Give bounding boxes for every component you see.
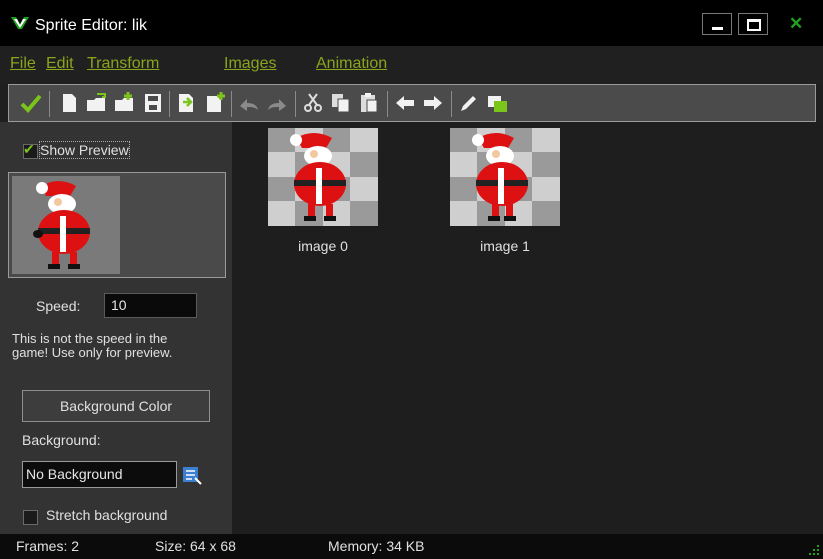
images-canvas: image 0 image 1 [232, 122, 823, 534]
sidebar-panel: Show Preview Speed: [0, 122, 232, 534]
image-thumbnail-0[interactable] [268, 128, 378, 226]
undo-icon[interactable] [237, 92, 261, 114]
image-label-1: image 1 [480, 238, 530, 254]
santa-sprite-thumbnail-image [450, 128, 560, 226]
santa-sprite-preview-image [33, 181, 90, 269]
status-bar: Frames: 2 Size: 64 x 68 Memory: 34 KB [0, 534, 823, 559]
menu-edit[interactable]: Edit [46, 55, 74, 73]
move-right-icon[interactable] [421, 92, 445, 114]
preview-panel [8, 172, 226, 278]
redo-icon[interactable] [265, 92, 289, 114]
image-label-0: image 0 [298, 238, 348, 254]
paste-icon[interactable] [357, 92, 381, 114]
speed-label: Speed: [36, 298, 81, 314]
edit-pencil-icon[interactable] [457, 92, 481, 114]
title-bar: Sprite Editor: lik ✕ [0, 0, 823, 46]
menu-transform[interactable]: Transform [87, 55, 159, 73]
gamemaker-logo-icon [11, 17, 29, 29]
cut-icon[interactable] [301, 92, 325, 114]
menu-file[interactable]: File [10, 55, 36, 73]
save-icon[interactable] [141, 92, 165, 114]
stretch-background-checkbox[interactable] [23, 510, 38, 525]
open-icon[interactable] [85, 92, 109, 114]
sprite-preview [12, 176, 120, 274]
edit-frames-icon[interactable] [485, 92, 509, 114]
toolbar-separator [49, 91, 50, 117]
ok-check-icon[interactable] [19, 92, 43, 114]
speed-note: This is not the speed in the game! Use o… [12, 331, 173, 360]
menu-images[interactable]: Images [224, 55, 276, 73]
menu-bar: File Edit Transform Images Animation [0, 46, 823, 84]
status-frames: Frames: 2 [16, 538, 80, 554]
toolbar-separator [451, 91, 452, 117]
show-preview-checkbox[interactable] [23, 141, 38, 159]
image-thumbnail-1[interactable] [450, 128, 560, 226]
insert-image-icon[interactable] [175, 92, 199, 114]
santa-sprite-thumbnail-image [268, 128, 378, 226]
close-button[interactable]: ✕ [775, 13, 815, 35]
close-icon: ✕ [789, 14, 804, 33]
new-icon[interactable] [57, 92, 81, 114]
background-select[interactable]: No Background [22, 461, 177, 488]
toolbar-separator [231, 91, 232, 117]
stretch-background-label: Stretch background [46, 507, 168, 523]
toolbar [8, 84, 816, 122]
menu-animation[interactable]: Animation [316, 55, 387, 73]
move-left-icon[interactable] [393, 92, 417, 114]
add-from-file-icon[interactable] [113, 92, 137, 114]
show-preview-label[interactable]: Show Preview [39, 141, 130, 159]
window-title: Sprite Editor: lik [35, 17, 148, 34]
speed-input[interactable]: 10 [104, 293, 197, 318]
maximize-button[interactable] [738, 13, 768, 35]
copy-icon[interactable] [329, 92, 353, 114]
background-color-button[interactable]: Background Color [22, 390, 210, 422]
resize-grip-icon[interactable] [807, 543, 821, 557]
background-label: Background: [22, 432, 101, 448]
sprite-editor-window: Sprite Editor: lik ✕ File Edit Transform… [0, 0, 823, 559]
add-image-icon[interactable] [203, 92, 227, 114]
minimize-button[interactable] [702, 13, 732, 35]
status-memory: Memory: 34 KB [328, 538, 425, 554]
toolbar-separator [387, 91, 388, 117]
toolbar-separator [169, 91, 170, 117]
toolbar-separator [295, 91, 296, 117]
status-size: Size: 64 x 68 [155, 538, 236, 554]
background-picker-icon[interactable] [181, 464, 203, 486]
